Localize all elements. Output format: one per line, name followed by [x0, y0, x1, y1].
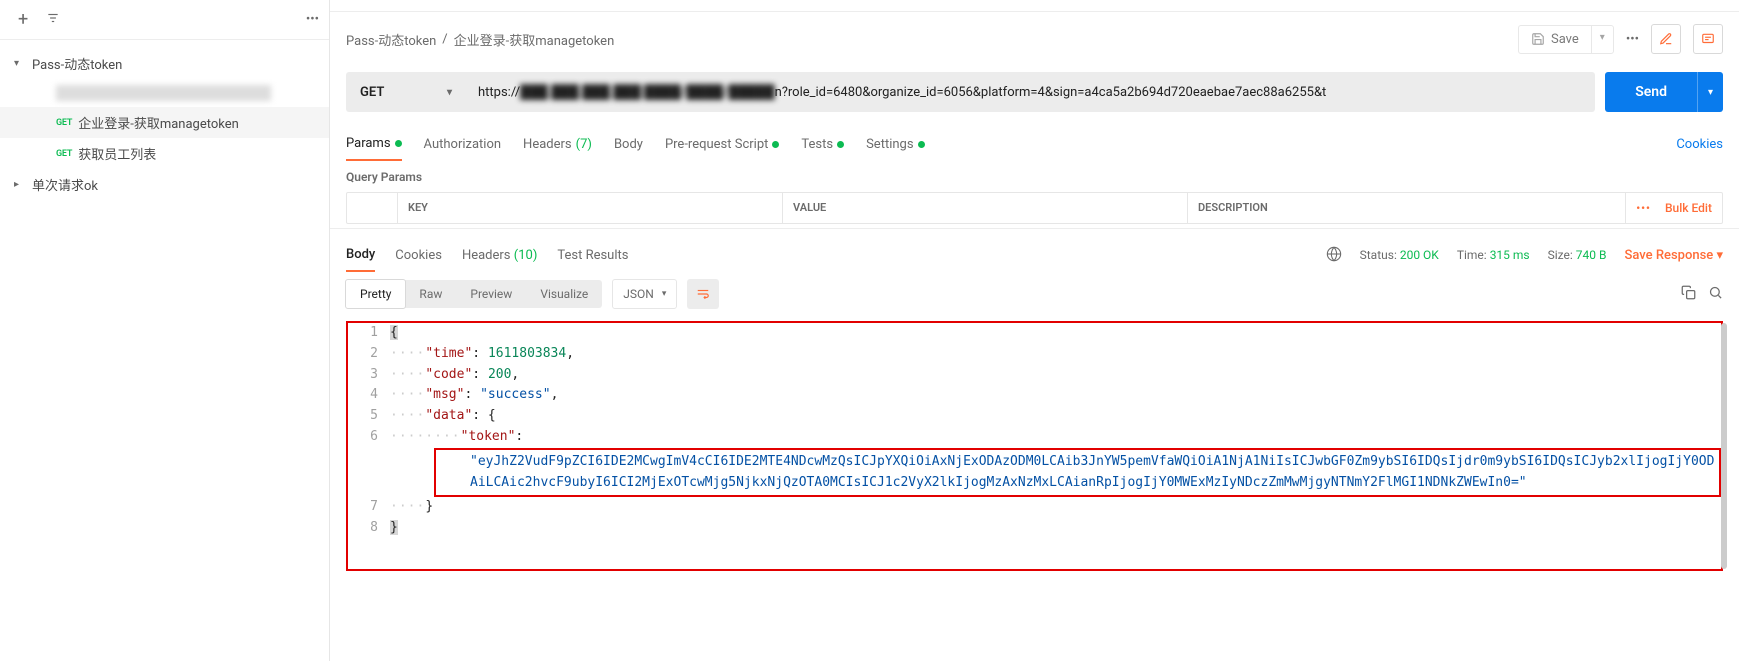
method-badge: GET: [56, 118, 72, 128]
breadcrumb: Pass-动态token / 企业登录-获取managetoken Save ▾…: [330, 12, 1739, 66]
response-body-box[interactable]: 1{ 2····"time": 1611803834, 3····"code":…: [346, 321, 1723, 571]
sidebar-item-request[interactable]: GET 企业登录-获取managetoken: [0, 107, 329, 138]
size-block: Size: 740 B: [1548, 248, 1607, 262]
query-params-header: Query Params: [330, 160, 1739, 190]
chevron-icon: ▾: [14, 58, 28, 69]
view-pretty[interactable]: Pretty: [345, 279, 406, 309]
kv-desc-header: DESCRIPTION: [1187, 193, 1625, 223]
breadcrumb-current: 企业登录-获取managetoken: [454, 30, 615, 49]
dot-icon: [395, 140, 402, 147]
tab-params[interactable]: Params: [346, 128, 402, 161]
chevron-icon: ▸: [14, 179, 28, 190]
sidebar-toolbar: + •••: [0, 0, 329, 40]
tab-headers[interactable]: Headers (7): [523, 129, 592, 160]
edit-icon[interactable]: [1651, 24, 1681, 54]
body-toolbar: Pretty Raw Preview Visualize JSON ▾: [330, 271, 1739, 317]
resp-tab-headers[interactable]: Headers (10): [462, 240, 537, 271]
sidebar: + ••• ▾ Pass-动态token GET ██████████-██████…: [0, 0, 330, 661]
request-tabs-strip: [330, 0, 1739, 12]
view-preview[interactable]: Preview: [456, 280, 526, 308]
query-params-table: KEY VALUE DESCRIPTION ••• Bulk Edit: [346, 192, 1723, 224]
send-button-group: Send ▾: [1605, 72, 1723, 112]
sidebar-item-request[interactable]: GET 获取员工列表: [0, 138, 329, 169]
add-icon[interactable]: +: [10, 5, 36, 34]
tree-label: 获取员工列表: [78, 144, 156, 163]
breadcrumb-sep: /: [442, 32, 447, 47]
resp-tab-body[interactable]: Body: [346, 239, 375, 272]
sidebar-item-request[interactable]: GET ██████████-██████████: [0, 79, 329, 107]
url-input[interactable]: https://███.███.███.███:████/████/█████n…: [466, 72, 1595, 112]
chevron-down-icon: ▾: [447, 87, 452, 98]
tree-label: 单次请求ok: [32, 175, 98, 194]
method-select[interactable]: GET ▾: [346, 72, 466, 112]
view-raw[interactable]: Raw: [405, 280, 456, 308]
format-select[interactable]: JSON ▾: [612, 279, 677, 309]
bulk-edit-link[interactable]: Bulk Edit: [1665, 201, 1712, 215]
tree-label: 企业登录-获取managetoken: [78, 113, 239, 132]
scrollbar[interactable]: [1721, 323, 1727, 569]
chevron-down-icon: ▾: [662, 289, 667, 299]
send-button[interactable]: Send: [1605, 72, 1697, 112]
tree-label: GET ██████████-██████████: [56, 85, 271, 101]
dot-icon: [772, 141, 779, 148]
search-icon[interactable]: [1708, 285, 1723, 304]
body-view-group: Pretty Raw Preview Visualize: [346, 280, 602, 308]
kv-more-icon[interactable]: •••: [1636, 202, 1651, 215]
kv-value-header: VALUE: [782, 193, 1187, 223]
method-label: GET: [360, 85, 384, 100]
request-url-row: GET ▾ https://███.███.███.███:████/████/…: [346, 72, 1723, 112]
response-meta: Status: 200 OK Time: 315 ms Size: 740 B …: [1326, 246, 1723, 265]
tab-settings[interactable]: Settings: [866, 129, 924, 160]
resp-tab-tests[interactable]: Test Results: [557, 240, 628, 271]
tab-tests[interactable]: Tests: [801, 129, 844, 160]
kv-checkbox-col: [347, 193, 397, 223]
tab-authorization[interactable]: Authorization: [424, 129, 502, 160]
kv-key-header: KEY: [397, 193, 782, 223]
status-block: Status: 200 OK: [1360, 248, 1439, 262]
tree-label: Pass-动态token: [32, 54, 122, 73]
save-label: Save: [1551, 32, 1579, 47]
comment-icon[interactable]: [1693, 24, 1723, 54]
collections-tree: ▾ Pass-动态token GET ██████████-██████████ GE…: [0, 40, 329, 208]
time-block: Time: 315 ms: [1457, 248, 1530, 262]
network-icon[interactable]: [1326, 246, 1342, 265]
save-response-link[interactable]: Save Response ▾: [1624, 248, 1723, 263]
sidebar-folder[interactable]: ▸ 单次请求ok: [0, 169, 329, 200]
view-visualize[interactable]: Visualize: [526, 280, 602, 308]
save-icon: [1531, 32, 1545, 46]
response-tabs: Body Cookies Headers (10) Test Results S…: [330, 228, 1739, 271]
sidebar-folder[interactable]: ▾ Pass-动态token: [0, 48, 329, 79]
send-dropdown[interactable]: ▾: [1697, 72, 1723, 112]
save-button-group[interactable]: Save ▾: [1518, 25, 1614, 54]
request-tabs: Params Authorization Headers (7) Body Pr…: [330, 118, 1739, 160]
filter-icon[interactable]: [46, 11, 60, 29]
more-icon[interactable]: •••: [306, 12, 319, 27]
breadcrumb-parent[interactable]: Pass-动态token: [346, 30, 436, 49]
tab-body[interactable]: Body: [614, 129, 643, 160]
method-badge: GET: [56, 149, 72, 159]
save-dropdown[interactable]: ▾: [1591, 26, 1613, 53]
tab-prerequest[interactable]: Pre-request Script: [665, 129, 779, 160]
main-panel: Pass-动态token / 企业登录-获取managetoken Save ▾…: [330, 0, 1739, 661]
dot-icon: [837, 141, 844, 148]
save-button[interactable]: Save: [1519, 26, 1591, 53]
more-actions-icon[interactable]: •••: [1626, 32, 1639, 47]
copy-icon[interactable]: [1681, 285, 1696, 304]
kv-actions: ••• Bulk Edit: [1625, 193, 1722, 223]
dot-icon: [918, 141, 925, 148]
wrap-lines-icon[interactable]: [687, 279, 719, 309]
token-highlight-box: "eyJhZ2VudF9pZCI6IDE2MCwgImV4cCI6IDE2MTE…: [434, 448, 1721, 498]
cookies-link[interactable]: Cookies: [1676, 137, 1723, 152]
resp-tab-cookies[interactable]: Cookies: [395, 240, 442, 271]
